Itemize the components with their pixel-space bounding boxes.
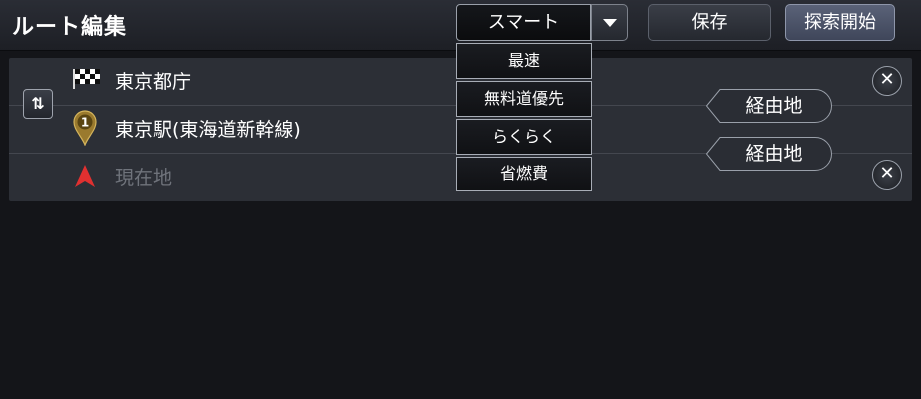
waypoint-pin-icon: 1 [73, 110, 97, 146]
menu-item-fuel-saving[interactable]: 省燃費 [456, 157, 592, 191]
menu-item-free-roads[interactable]: 無料道優先 [456, 81, 592, 117]
add-via-point-button-2[interactable]: 経由地 [706, 137, 832, 171]
chevron-down-icon [603, 19, 617, 27]
save-button[interactable]: 保存 [648, 4, 771, 41]
route-mode-dropdown-button[interactable] [591, 4, 628, 41]
route-mode-select[interactable]: スマート [456, 4, 591, 41]
via-button-label: 経由地 [745, 95, 803, 117]
search-start-button[interactable]: 探索開始 [785, 4, 895, 41]
waypoint-label: 東京駅(東海道新幹線) [115, 119, 301, 141]
route-edit-screen: ルート編集 スマート 保存 探索開始 東京都庁 ✕ 1 東京駅(東海道新幹線) … [0, 0, 921, 399]
add-via-point-button-1[interactable]: 経由地 [706, 89, 832, 123]
via-button-label: 経由地 [745, 143, 803, 165]
swap-order-button[interactable]: ⇅ [23, 89, 53, 119]
checkered-flag-icon [73, 69, 100, 89]
page-title: ルート編集 [12, 15, 128, 40]
destination-label: 東京都庁 [115, 71, 192, 93]
origin-label: 現在地 [115, 167, 173, 189]
waypoint-number: 1 [81, 116, 89, 130]
remove-destination-button[interactable]: ✕ [872, 66, 902, 96]
current-location-arrow-icon [75, 165, 95, 187]
menu-item-easy[interactable]: らくらく [456, 119, 592, 155]
menu-item-fastest[interactable]: 最速 [456, 43, 592, 79]
